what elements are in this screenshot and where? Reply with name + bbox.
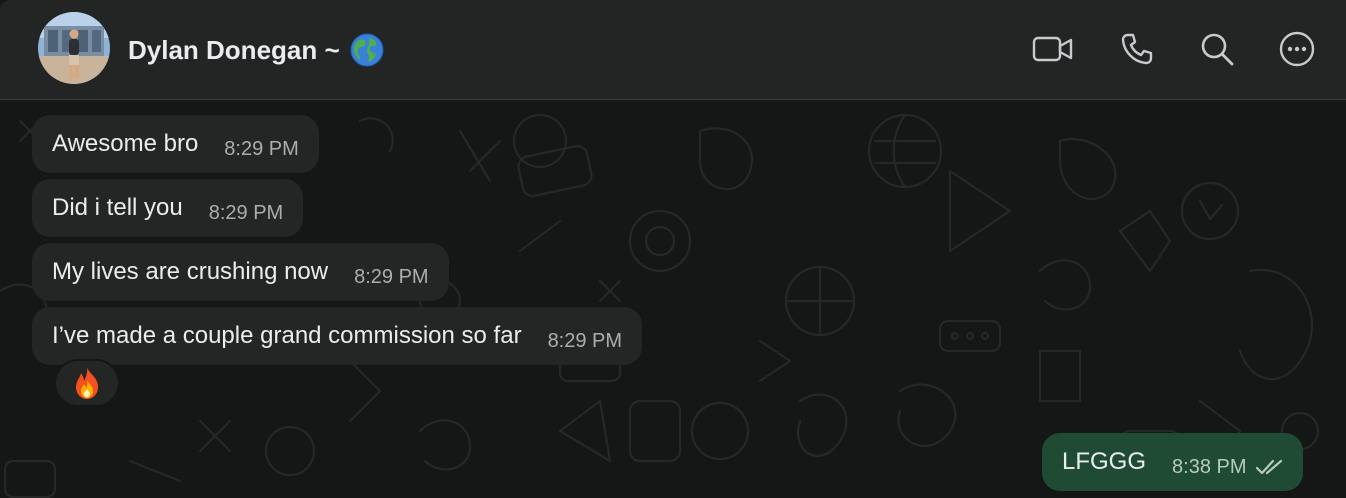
message-bubble[interactable]: My lives are crushing now 8:29 PM — [32, 243, 449, 301]
avatar[interactable] — [38, 12, 110, 84]
message-text: My lives are crushing now — [52, 258, 329, 285]
message-text: I’ve made a couple grand commission so f… — [52, 322, 522, 349]
message-text: LFGGG — [1062, 448, 1147, 475]
globe-emoji-icon — [350, 33, 384, 67]
read-double-check-icon — [1255, 458, 1285, 476]
message-time: 8:29 PM — [224, 137, 299, 160]
message-list[interactable]: Awesome bro 8:29 PM Did i tell you 8:29 … — [0, 101, 1346, 498]
message-time: 8:29 PM — [208, 201, 284, 224]
message-reaction[interactable] — [54, 359, 120, 407]
message-time: 8:29 PM — [354, 265, 429, 288]
voice-call-icon[interactable] — [1116, 28, 1158, 70]
search-icon[interactable] — [1196, 28, 1238, 70]
contact-name[interactable]: Dylan Donegan ~ — [128, 33, 384, 67]
message-bubble-outgoing[interactable]: LFGGG 8:38 PM — [1042, 433, 1303, 491]
fire-emoji-icon — [76, 367, 98, 399]
video-call-icon[interactable] — [1032, 28, 1074, 70]
message-bubble[interactable]: I’ve made a couple grand commission so f… — [32, 307, 643, 365]
chat-header: Dylan Donegan ~ — [0, 0, 1346, 100]
message-text: Did i tell you — [52, 194, 183, 221]
more-options-icon[interactable] — [1276, 28, 1318, 70]
chat-window: Dylan Donegan ~ Awesome bro 8:29 PM Did … — [0, 0, 1346, 498]
contact-name-text: Dylan Donegan ~ — [128, 34, 340, 65]
message-time: 8:38 PM — [1172, 455, 1247, 478]
message-time: 8:29 PM — [547, 329, 623, 352]
message-bubble[interactable]: Did i tell you 8:29 PM — [32, 179, 304, 237]
message-bubble[interactable]: Awesome bro 8:29 PM — [32, 115, 319, 173]
message-text: Awesome bro — [52, 130, 199, 157]
